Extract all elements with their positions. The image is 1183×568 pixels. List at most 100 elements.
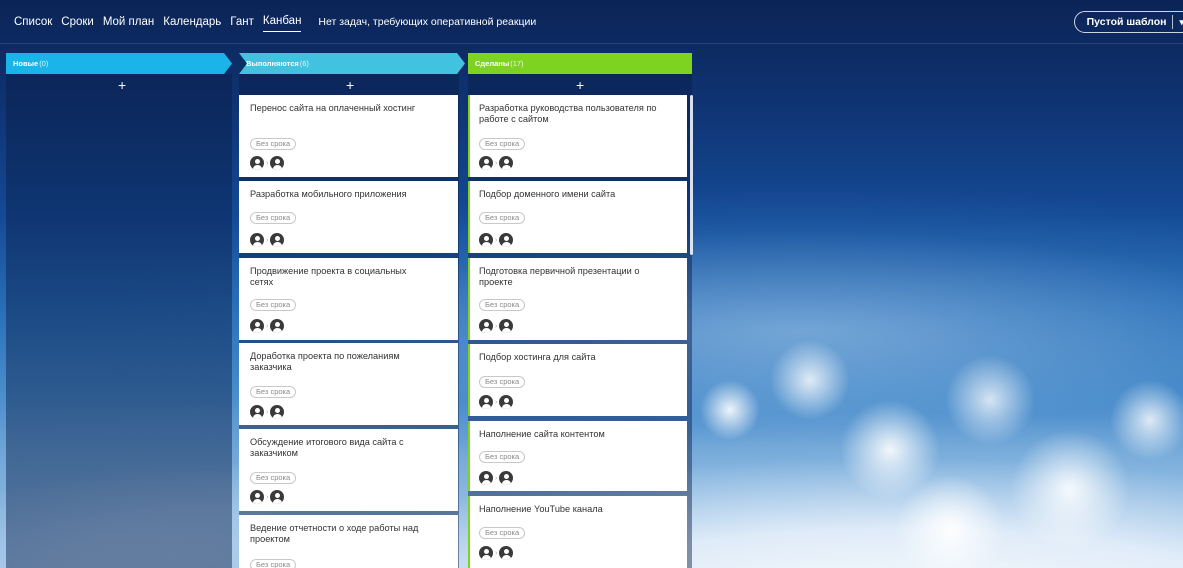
author-avatar-icon[interactable] [479, 471, 493, 485]
task-title: Обсуждение итогового вида сайта с заказч… [250, 437, 404, 458]
deadline-badge[interactable]: Без срока [479, 138, 526, 150]
arrow-right-icon: › [266, 493, 269, 501]
arrow-right-icon: › [495, 236, 498, 244]
task-card[interactable]: Наполнение сайта контентом Без срока › [468, 421, 687, 491]
arrow-right-icon: › [495, 474, 498, 482]
author-avatar-icon[interactable] [250, 490, 264, 504]
assignees: › [479, 471, 514, 485]
column-label: Сделаны [475, 59, 510, 68]
author-avatar-icon[interactable] [250, 405, 264, 419]
author-avatar-icon[interactable] [479, 546, 493, 560]
column-count: (6) [299, 59, 309, 68]
task-card[interactable]: Разработка мобильного приложения Без сро… [239, 181, 458, 253]
column-count: (0) [39, 59, 49, 68]
assignee-avatar-icon[interactable] [270, 233, 285, 247]
top-bar: Список Сроки Мой план Календарь Гант Кан… [0, 0, 1183, 44]
task-title: Ведение отчетности о ходе работы над про… [250, 523, 419, 544]
tab-calendar[interactable]: Календарь [163, 12, 221, 32]
add-task-new-button[interactable]: + [118, 78, 126, 92]
tab-list[interactable]: Список [14, 12, 52, 32]
task-title: Наполнение YouTube канала [479, 504, 603, 514]
assignee-avatar-icon[interactable] [270, 405, 285, 419]
notice-text: Нет задач, требующих оперативной реакции [318, 15, 537, 28]
author-avatar-icon[interactable] [250, 319, 264, 333]
assignees: › [479, 546, 514, 560]
deadline-badge[interactable]: Без срока [479, 527, 526, 539]
assignees: › [479, 319, 514, 333]
deadline-badge[interactable]: Без срока [479, 451, 526, 463]
task-title: Продвижение проекта в социальных сетях [250, 266, 407, 287]
assignees: › [250, 319, 285, 333]
task-card[interactable]: Доработка проекта по пожеланиям заказчик… [239, 343, 458, 425]
arrow-right-icon: › [495, 549, 498, 557]
arrow-right-icon: › [495, 159, 498, 167]
column-header-new: Новые (0) [6, 53, 232, 74]
task-card[interactable]: Подбор хостинга для сайта Без срока › [468, 344, 687, 416]
deadline-badge[interactable]: Без срока [250, 386, 297, 398]
deadline-badge[interactable]: Без срока [479, 299, 526, 311]
column-count: (17) [510, 59, 524, 68]
assignee-avatar-icon[interactable] [270, 319, 285, 333]
task-card[interactable]: Перенос сайта на оплаченный хостинг Без … [239, 95, 458, 177]
assignee-avatar-icon[interactable] [499, 471, 514, 485]
task-card[interactable]: Обсуждение итогового вида сайта с заказч… [239, 429, 458, 511]
author-avatar-icon[interactable] [479, 319, 493, 333]
task-title: Доработка проекта по пожеланиям заказчик… [250, 351, 400, 372]
deadline-badge[interactable]: Без срока [250, 212, 297, 224]
deadline-badge[interactable]: Без срока [479, 376, 526, 388]
column-header-done: Сделаны (17) [468, 53, 692, 74]
tab-gantt[interactable]: Гант [230, 12, 254, 32]
task-card[interactable]: Ведение отчетности о ходе работы над про… [239, 515, 458, 568]
add-task-done-button[interactable]: + [576, 78, 584, 92]
column-header-in-progress: Выполняются (6) [239, 53, 465, 74]
column-label: Выполняются [246, 59, 299, 68]
assignees: › [479, 395, 514, 409]
author-avatar-icon[interactable] [250, 233, 264, 247]
assignee-avatar-icon[interactable] [499, 395, 514, 409]
task-title: Перенос сайта на оплаченный хостинг [250, 103, 416, 113]
assignees: › [250, 156, 285, 170]
assignee-avatar-icon[interactable] [499, 156, 514, 170]
arrow-right-icon: › [266, 236, 269, 244]
task-title: Подбор хостинга для сайта [479, 352, 596, 362]
task-title: Разработка руководства пользователя по р… [479, 103, 657, 124]
template-button-divider [1172, 15, 1174, 29]
task-card[interactable]: Наполнение YouTube канала Без срока › [468, 496, 687, 568]
author-avatar-icon[interactable] [479, 156, 493, 170]
task-title: Разработка мобильного приложения [250, 189, 407, 199]
view-tabs: Список Сроки Мой план Календарь Гант Кан… [14, 11, 310, 32]
tab-deadlines[interactable]: Сроки [61, 12, 94, 32]
assignees: › [479, 156, 514, 170]
deadline-badge[interactable]: Без срока [250, 138, 297, 150]
task-card[interactable]: Разработка руководства пользователя по р… [468, 95, 687, 177]
deadline-badge[interactable]: Без срока [250, 472, 297, 484]
task-card[interactable]: Подготовка первичной презентации о проек… [468, 258, 687, 340]
assignee-avatar-icon[interactable] [270, 156, 285, 170]
author-avatar-icon[interactable] [479, 395, 493, 409]
assignee-avatar-icon[interactable] [499, 233, 514, 247]
column-new [6, 74, 232, 568]
arrow-right-icon: › [266, 159, 269, 167]
task-card[interactable]: Продвижение проекта в социальных сетях Б… [239, 258, 458, 340]
assignee-avatar-icon[interactable] [270, 490, 285, 504]
assignees: › [479, 233, 514, 247]
template-button[interactable]: Пустой шаблон ▾ [1073, 11, 1183, 33]
task-title: Подбор доменного имени сайта [479, 189, 616, 199]
arrow-right-icon: › [266, 322, 269, 330]
deadline-badge[interactable]: Без срока [250, 299, 297, 311]
arrow-right-icon: › [495, 398, 498, 406]
deadline-badge[interactable]: Без срока [479, 212, 526, 224]
assignee-avatar-icon[interactable] [499, 546, 514, 560]
column-scrollbar[interactable] [690, 95, 693, 255]
assignees: › [250, 405, 285, 419]
author-avatar-icon[interactable] [250, 156, 264, 170]
add-task-in-progress-button[interactable]: + [346, 78, 354, 92]
tab-my-plan[interactable]: Мой план [103, 12, 154, 32]
chevron-down-icon: ▾ [1179, 16, 1183, 27]
deadline-badge[interactable]: Без срока [250, 559, 297, 568]
task-card[interactable]: Подбор доменного имени сайта Без срока › [468, 181, 687, 253]
tab-kanban[interactable]: Канбан [262, 11, 302, 32]
task-title: Наполнение сайта контентом [479, 429, 605, 439]
assignee-avatar-icon[interactable] [499, 319, 514, 333]
author-avatar-icon[interactable] [479, 233, 493, 247]
